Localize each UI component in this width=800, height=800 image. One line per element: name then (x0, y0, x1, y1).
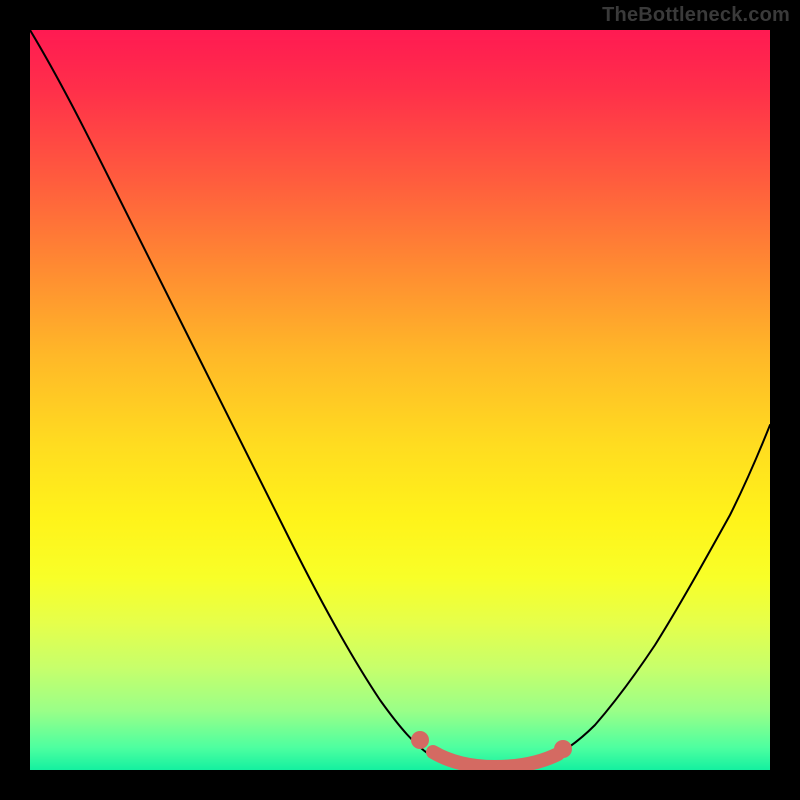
watermark-text: TheBottleneck.com (602, 4, 790, 27)
optimal-range-marker (433, 752, 558, 767)
chart-canvas: TheBottleneck.com (0, 0, 800, 800)
marker-dot-right (554, 740, 572, 758)
plot-area (30, 30, 770, 770)
bottleneck-curve (30, 30, 770, 768)
marker-dot-left (411, 731, 429, 749)
chart-svg (30, 30, 770, 770)
